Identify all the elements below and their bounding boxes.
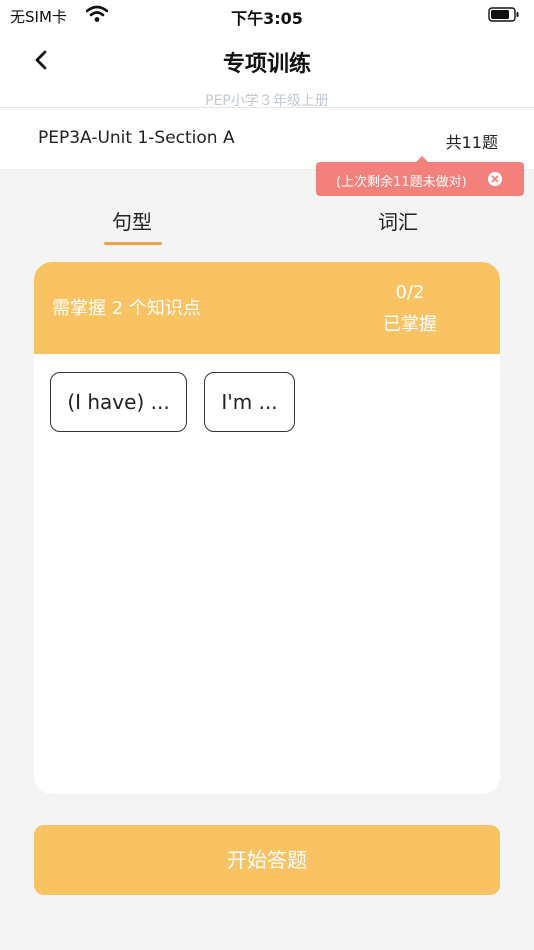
knowledge-card: 需掌握 2 个知识点 0/2 已掌握 (I have) ... I'm ... [34, 262, 500, 794]
card-header: 需掌握 2 个知识点 0/2 已掌握 [34, 262, 500, 354]
status-time: 下午3:05 [231, 9, 303, 28]
close-icon[interactable] [488, 172, 502, 186]
tooltip-arrow [416, 156, 428, 162]
active-tab-indicator [104, 242, 162, 245]
mastery-label: 已掌握 [383, 314, 437, 335]
tab-vocabulary[interactable]: 词汇 [378, 206, 418, 235]
page-subtitle: PEP小学３年级上册 [205, 93, 329, 109]
mastery-progress: 0/2 [395, 282, 425, 303]
nav-bar: 专项训练 PEP小学３年级上册 [0, 30, 534, 109]
status-bar: 无SIM卡 下午3:05 [0, 0, 534, 30]
remaining-tooltip: (上次剩余11题未做对) [316, 156, 524, 196]
unit-row: PEP3A-Unit 1-Section A 共11题 [0, 108, 534, 170]
unit-name: PEP3A-Unit 1-Section A [38, 128, 235, 148]
battery-icon [488, 7, 519, 22]
knowledge-points-label: 需掌握 2 个知识点 [52, 298, 201, 319]
tooltip-text: (上次剩余11题未做对) [336, 175, 467, 190]
knowledge-chip[interactable]: (I have) ... [50, 372, 187, 432]
tab-sentence[interactable]: 句型 [112, 206, 152, 235]
knowledge-chip[interactable]: I'm ... [204, 372, 295, 432]
start-answer-button[interactable]: 开始答题 [34, 825, 500, 895]
question-count: 共11题 [445, 133, 498, 152]
page-title: 专项训练 [222, 52, 311, 77]
